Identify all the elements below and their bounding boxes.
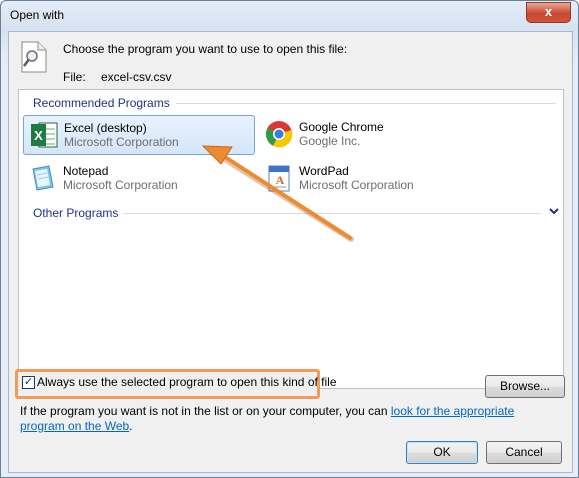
annotation-arrow <box>201 145 354 242</box>
